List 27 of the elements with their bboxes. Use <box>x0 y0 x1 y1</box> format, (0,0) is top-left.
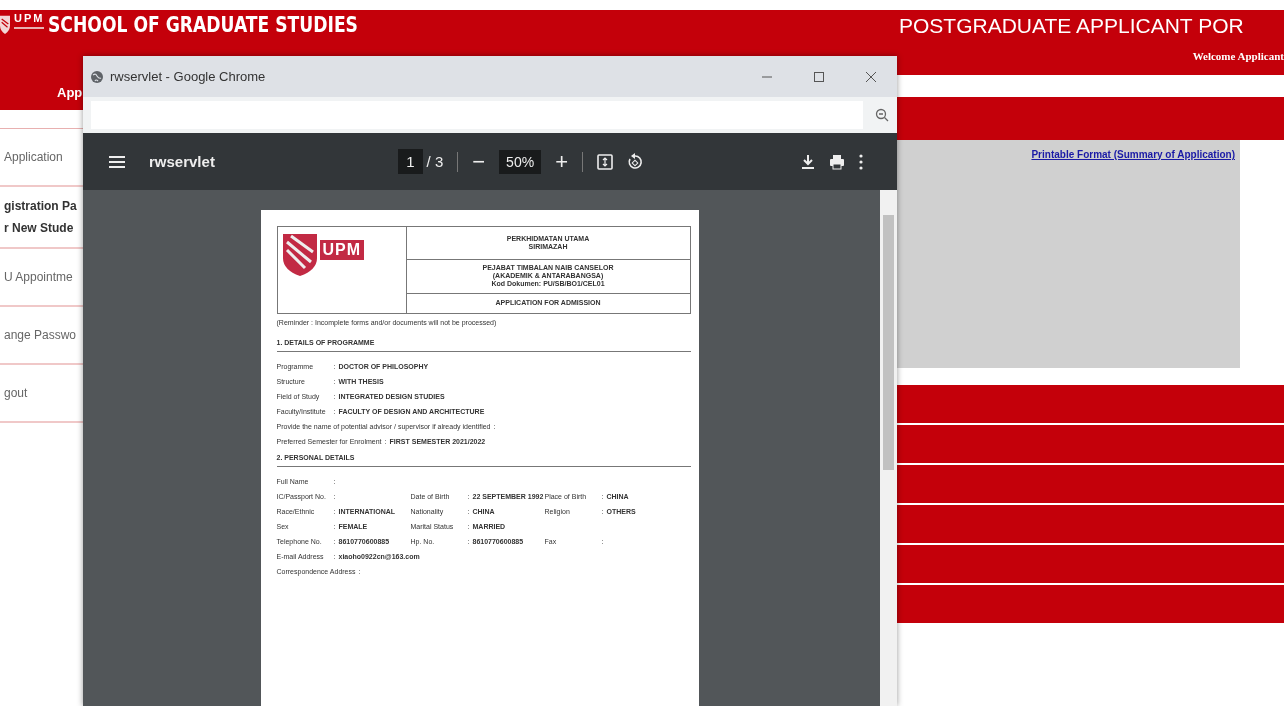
globe-icon <box>90 69 104 84</box>
printable-format-link[interactable]: Printable Format (Summary of Application) <box>1031 149 1235 368</box>
university-logo-text: UPM <box>319 240 365 260</box>
welcome-text: Welcome Applicant <box>1192 49 1284 62</box>
zoom-field[interactable]: 50% <box>499 149 542 174</box>
window-title: rwservlet - Google Chrome <box>110 69 266 84</box>
logo-text: UPM <box>14 12 45 29</box>
scrollbar-thumb[interactable] <box>883 215 894 470</box>
university-crest-icon <box>282 232 317 276</box>
nav-tab[interactable]: App <box>0 75 83 110</box>
zoom-icon[interactable] <box>875 108 889 122</box>
zoom-out-button[interactable]: − <box>472 148 486 175</box>
maximize-icon[interactable] <box>813 70 825 83</box>
zoom-in-button[interactable]: + <box>555 148 568 175</box>
file-name: rwservlet <box>149 153 215 170</box>
fit-page-icon[interactable] <box>597 153 613 170</box>
print-icon[interactable] <box>829 153 845 170</box>
more-icon[interactable] <box>859 153 863 170</box>
menu-icon[interactable] <box>109 154 125 169</box>
scrollbar[interactable] <box>880 190 897 706</box>
page-count: / 3 <box>426 153 444 170</box>
close-icon[interactable] <box>865 70 877 83</box>
page-number-field[interactable]: 1 <box>398 149 423 174</box>
download-icon[interactable] <box>801 153 815 170</box>
portal-title: POSTGRADUATE APPLICANT POR <box>899 13 1244 38</box>
rotate-icon[interactable] <box>627 152 643 171</box>
school-title: SCHOOL OF GRADUATE STUDIES <box>48 12 359 37</box>
